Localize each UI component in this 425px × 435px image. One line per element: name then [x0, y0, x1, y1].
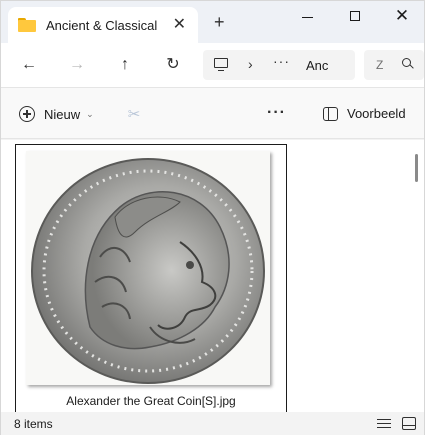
back-button[interactable]: ← [17, 53, 41, 77]
search-icon [402, 58, 414, 70]
tab-title: Ancient & Classical [46, 17, 158, 33]
file-name[interactable]: Alexander the Great Coin[S].jpg [16, 394, 286, 408]
status-bar: 8 items [1, 412, 424, 435]
breadcrumb-current[interactable]: Anc [306, 58, 328, 73]
tab-ancient-classical[interactable]: Ancient & Classical ✕ [8, 7, 198, 43]
file-list-area[interactable]: Alexander the Great Coin[S].jpg [1, 140, 424, 412]
close-window-button[interactable]: ✕ [391, 5, 413, 27]
preview-pane-icon [323, 106, 338, 121]
vertical-scrollbar[interactable] [415, 154, 418, 182]
refresh-button[interactable]: ↻ [161, 53, 185, 77]
minimize-icon [301, 16, 313, 18]
maximize-icon [350, 11, 360, 21]
address-overflow-button[interactable]: ··· [273, 53, 290, 69]
details-view-icon[interactable] [377, 418, 391, 430]
close-tab-icon[interactable]: ✕ [173, 17, 186, 33]
plus-circle-icon [19, 106, 35, 122]
chevron-right-icon[interactable]: › [248, 56, 253, 72]
folder-icon [18, 18, 36, 32]
scissors-icon[interactable]: ✂ [125, 106, 143, 124]
forward-button[interactable]: → [65, 53, 89, 77]
command-bar: Nieuw ⌄ ✂ ··· Voorbeeld [1, 87, 424, 209]
preview-button[interactable]: Voorbeeld [323, 106, 406, 121]
new-button[interactable]: Nieuw ⌄ [19, 106, 94, 122]
new-tab-button[interactable]: + [214, 13, 225, 31]
search-box[interactable]: Z [364, 50, 424, 80]
minimize-button[interactable] [296, 5, 318, 27]
file-tile[interactable]: Alexander the Great Coin[S].jpg [15, 144, 287, 412]
search-placeholder: Z [376, 58, 384, 72]
item-count: 8 items [14, 417, 53, 431]
navigation-bar: ← → ↑ ↻ › ··· Anc Z [1, 43, 424, 87]
file-thumbnail [26, 151, 274, 387]
chevron-down-icon: ⌄ [86, 108, 94, 119]
more-options-button[interactable]: ··· [267, 104, 286, 122]
thumbnail-frame [26, 151, 270, 385]
this-pc-icon[interactable] [213, 57, 229, 73]
tiles-view-icon[interactable] [402, 417, 416, 430]
coin-image [31, 158, 265, 384]
maximize-button[interactable] [344, 5, 366, 27]
preview-label: Voorbeeld [347, 106, 406, 121]
new-label: Nieuw [44, 106, 81, 122]
title-bar: Ancient & Classical ✕ + ✕ [1, 1, 424, 43]
address-bar[interactable]: › ··· Anc [203, 50, 355, 80]
file-explorer-window: Ancient & Classical ✕ + ✕ ← → ↑ ↻ › ··· … [0, 0, 425, 435]
up-button[interactable]: ↑ [113, 53, 137, 77]
